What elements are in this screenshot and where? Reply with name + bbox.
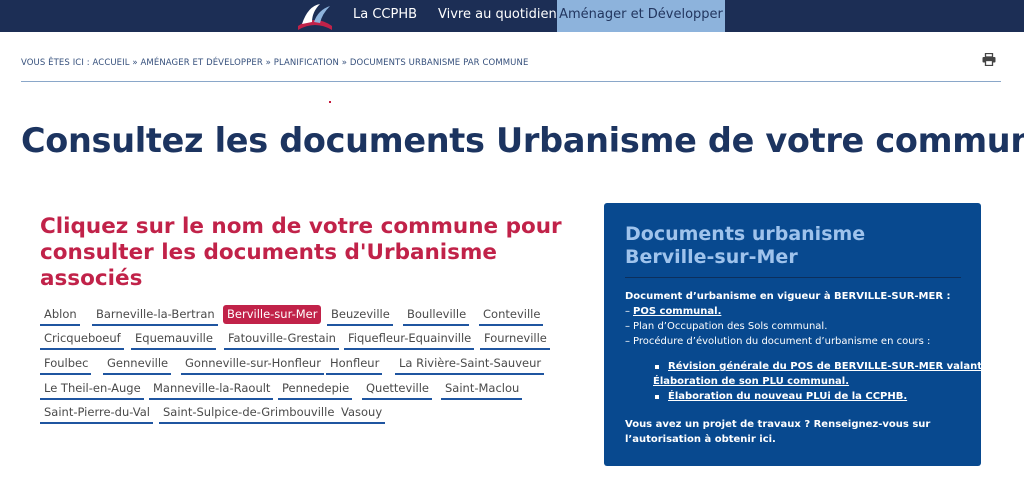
commune-link[interactable]: Fiquefleur-Equainville	[344, 329, 475, 350]
bullet-icon	[655, 365, 659, 369]
commune-link[interactable]: Saint-Maclou	[441, 379, 523, 400]
commune-link[interactable]: Foulbec	[40, 354, 92, 375]
dash-marker: –	[625, 306, 630, 317]
commune-link[interactable]: Conteville	[479, 305, 544, 326]
commune-link[interactable]: Saint-Sulpice-de-Grimbouville	[159, 403, 338, 424]
commune-link[interactable]: Ablon	[40, 305, 80, 326]
commune-link[interactable]: Fatouville-Grestain	[224, 329, 339, 350]
commune-link-selected[interactable]: Berville-sur-Mer	[223, 305, 322, 324]
commune-link[interactable]: Quetteville	[362, 379, 432, 400]
commune-link[interactable]: Fourneville	[480, 329, 550, 350]
bullet-icon	[655, 395, 659, 399]
panel-divider	[625, 277, 961, 278]
commune-link[interactable]: Saint-Pierre-du-Val	[40, 403, 153, 424]
commune-link[interactable]: Boulleville	[403, 305, 470, 326]
nav-item-la-ccphb[interactable]: La CCPHB	[353, 0, 417, 32]
commune-link[interactable]: Vasouy	[337, 403, 386, 424]
ccphb-logo-icon[interactable]	[294, 0, 336, 32]
decorative-dot	[329, 101, 331, 103]
commune-link[interactable]: Genneville	[103, 354, 172, 375]
pos-communal-link[interactable]: POS communal.	[633, 304, 721, 319]
commune-documents-panel: Documents urbanisme Berville-sur-Mer Doc…	[604, 203, 982, 466]
breadcrumb[interactable]: VOUS ÊTES ICI : ACCUEIL » AMÉNAGER ET DÉ…	[21, 58, 528, 68]
print-icon[interactable]	[982, 53, 996, 66]
authorization-link[interactable]: l’autorisation à obtenir ici.	[625, 432, 776, 447]
commune-link[interactable]: Barneville-la-Bertran	[92, 305, 218, 326]
dash-marker: –	[625, 336, 630, 347]
document-in-force-label: Document d’urbanisme en vigueur à BERVIL…	[625, 291, 951, 302]
procedure-label: Procédure d’évolution du document d’urba…	[633, 336, 931, 347]
pos-description: Plan d’Occupation des Sols communal.	[633, 321, 828, 332]
commune-link[interactable]: Gonneville-sur-Honfleur	[181, 354, 324, 375]
commune-link[interactable]: Cricqueboeuf	[40, 329, 124, 350]
commune-link[interactable]: Le Theil-en-Auge	[40, 379, 144, 400]
breadcrumb-divider	[21, 81, 1001, 82]
commune-link[interactable]: Beuzeville	[327, 305, 393, 326]
pos-revision-link[interactable]: Révision générale du POS de BERVILLE-SUR…	[668, 359, 982, 374]
dash-marker: –	[625, 321, 630, 332]
top-navigation: La CCPHB Vivre au quotidien Aménager et …	[0, 0, 1024, 32]
nav-item-vivre-au-quotidien[interactable]: Vivre au quotidien	[438, 0, 557, 32]
commune-link[interactable]: Equemauville	[131, 329, 216, 350]
plu-elaboration-link[interactable]: Élaboration de son PLU communal.	[653, 374, 849, 389]
projects-question[interactable]: Vous avez un projet de travaux ? Renseig…	[625, 417, 930, 432]
commune-link[interactable]: Honfleur	[326, 354, 383, 375]
commune-link[interactable]: La Rivière-Saint-Sauveur	[395, 354, 545, 375]
commune-link[interactable]: Manneville-la-Raoult	[149, 379, 274, 400]
panel-title: Documents urbanisme Berville-sur-Mer	[625, 223, 866, 268]
commune-link[interactable]: Pennedepie	[278, 379, 353, 400]
nav-item-amenager-et-developper[interactable]: Aménager et Développer	[557, 0, 725, 32]
plui-link[interactable]: Élaboration du nouveau PLUi de la CCPHB.	[668, 389, 907, 404]
commune-list-heading: Cliquez sur le nom de votre commune pour…	[40, 214, 562, 291]
page-title: Consultez les documents Urbanisme de vot…	[21, 121, 1024, 160]
